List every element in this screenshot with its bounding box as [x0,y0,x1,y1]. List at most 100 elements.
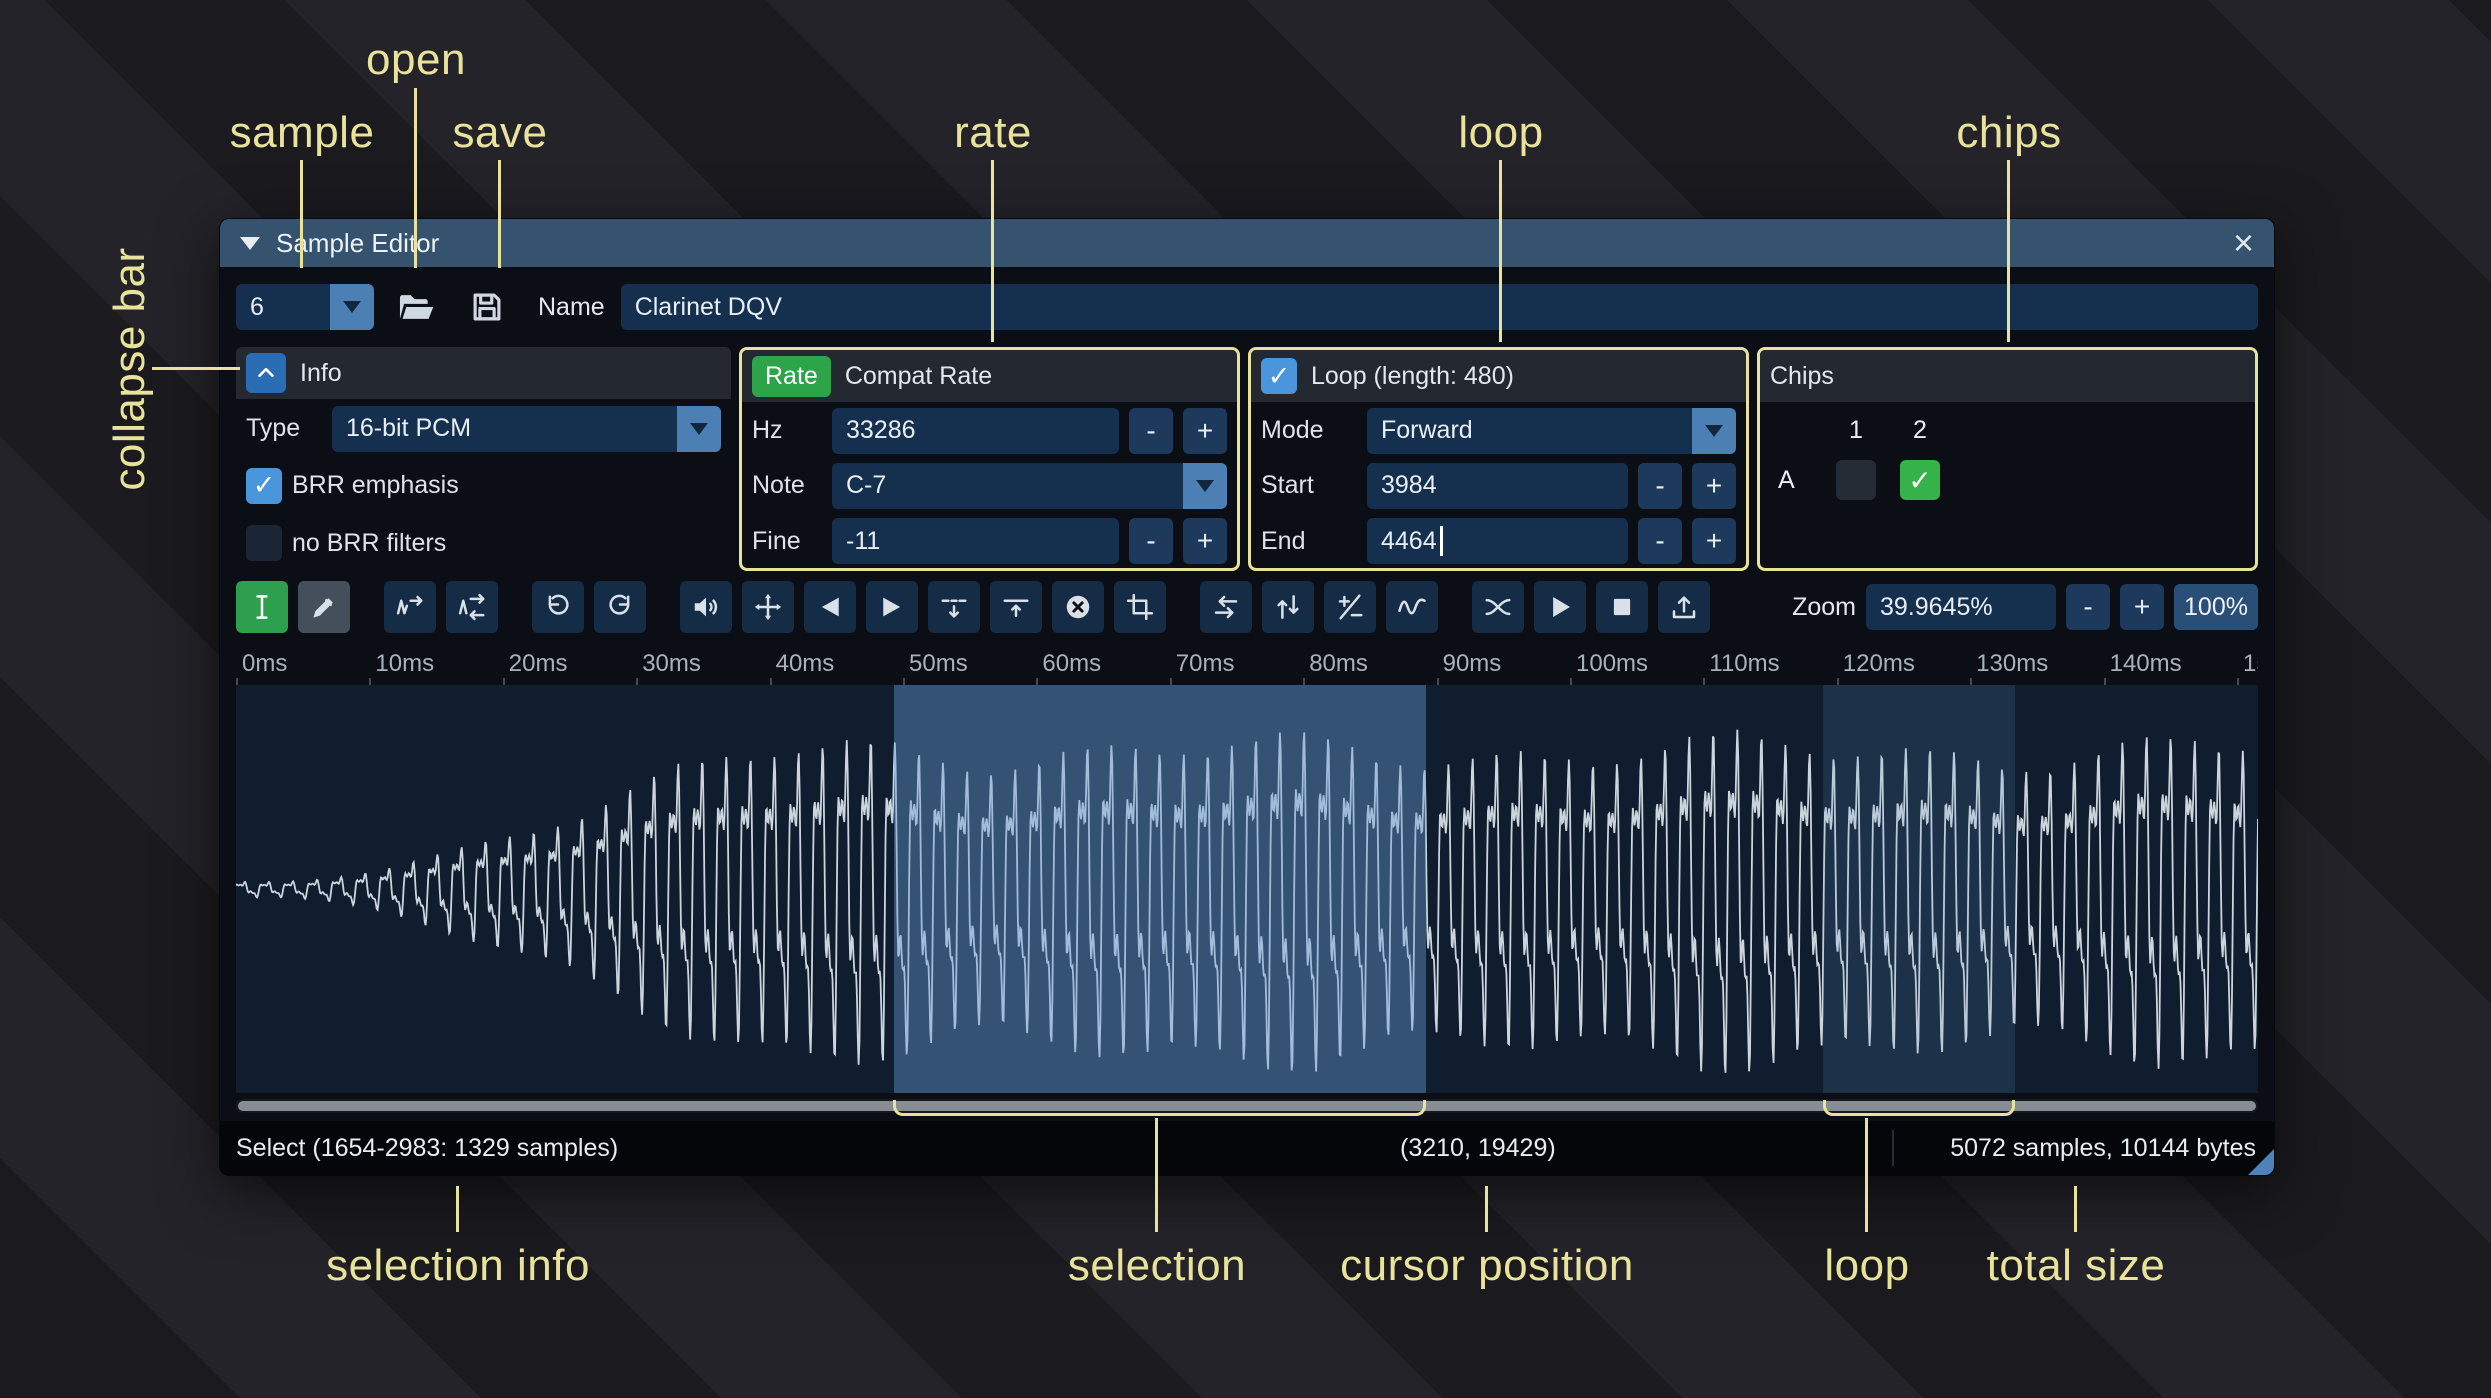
timeline-label: 20ms [508,650,568,677]
total-size-text: 5072 samples, 10144 bytes [1950,1133,2256,1162]
chevron-down-icon[interactable] [330,284,374,330]
fine-row: Fine -11 - + [742,515,1237,568]
chip-1-checkbox[interactable] [1836,460,1876,500]
window-collapse-icon[interactable] [240,236,260,250]
collapse-bar-button[interactable] [246,353,286,393]
resample-button[interactable] [446,581,498,633]
normalize-button[interactable] [742,581,794,633]
filter-button[interactable] [1386,581,1438,633]
sample-type-select[interactable]: 16-bit PCM [332,405,721,452]
chips-grid: 1 2 A [1760,402,2255,568]
chevron-down-icon[interactable] [1183,462,1227,509]
zoom-label: Zoom [1792,592,1856,621]
hz-input[interactable]: 33286 [832,407,1119,454]
delete-button[interactable] [1052,581,1104,633]
timeline-label: 70ms [1175,650,1235,677]
annotation-cursor-position-line [1485,1186,1488,1232]
chevron-up-icon [258,367,274,378]
loop-start-increase-button[interactable]: + [1692,462,1736,509]
loop-end-label: End [1261,526,1306,555]
brr-emphasis-checkbox[interactable] [246,467,282,504]
fade-in-icon [821,597,839,617]
close-button[interactable]: × [2233,225,2254,261]
trim-icon [1126,593,1154,621]
chevron-down-icon[interactable] [1692,407,1736,454]
zoom-in-button[interactable]: + [2120,584,2164,630]
sample-type-value: 16-bit PCM [332,405,677,452]
zoom-reset-button[interactable]: 100% [2174,584,2258,630]
text-cursor [1439,526,1443,557]
scrollbar-thumb[interactable] [238,1101,2256,1111]
annotation-rate-label: rate [954,108,1032,157]
open-button[interactable] [392,284,438,330]
draw-button[interactable] [298,581,350,633]
loop-mode-select[interactable]: Forward [1367,407,1736,454]
resize-button[interactable] [384,581,436,633]
hz-decrease-button[interactable]: - [1129,407,1173,454]
apply-silence-icon [1003,599,1029,617]
trim-button[interactable] [1114,581,1166,633]
statusbar: Select (1654-2983: 1329 samples) (3210, … [220,1121,2274,1175]
rate-badge[interactable]: Rate [752,355,831,397]
undo-icon [548,594,569,615]
loop-end-input[interactable]: 4464 [1367,518,1628,565]
invert-button[interactable] [1262,581,1314,633]
info-panel: Info Type 16-bit PCM BRR emphasis no BRR… [236,347,731,571]
loop-enable-checkbox[interactable] [1261,358,1297,394]
timeline-tick [1436,678,1439,685]
fade-in-button[interactable] [804,581,856,633]
reverse-button[interactable] [1200,581,1252,633]
preview-button[interactable] [1534,581,1586,633]
apply-silence-button[interactable] [990,581,1042,633]
fine-input[interactable]: -11 [832,518,1119,565]
chips-panel-title: Chips [1770,361,1834,390]
hz-value: 33286 [846,416,916,445]
waveform-scrollbar[interactable] [236,1099,2258,1113]
brr-emphasis-label: BRR emphasis [292,471,459,500]
chevron-down-icon[interactable] [677,405,721,452]
window-title: Sample Editor [276,227,440,258]
edit-toolbar: Zoom 39.9645% - + 100% [220,571,2274,643]
zoom-out-button[interactable]: - [2066,584,2110,630]
annotation-collapse-bar-label: collapse bar [105,247,154,491]
chip-2-checkbox[interactable] [1900,460,1940,500]
no-brr-filters-checkbox[interactable] [246,525,282,562]
fine-decrease-button[interactable]: - [1129,518,1173,565]
loop-start-input[interactable]: 3984 [1367,462,1628,509]
timeline-label: 60ms [1042,650,1102,677]
save-button[interactable] [464,284,510,330]
zoom-value: 39.9645% [1880,592,1993,621]
stop-button[interactable] [1596,581,1648,633]
redo-button[interactable] [594,581,646,633]
name-input[interactable]: Clarinet DQV [620,284,2258,330]
loop-mode-label: Mode [1261,416,1324,445]
insert-silence-button[interactable] [928,581,980,633]
timeline-ruler[interactable]: 0ms 10ms 20ms 30ms 40ms 50ms 60ms 70ms 80ms 90ms 1… [236,643,2258,685]
resize-grip[interactable] [2248,1149,2274,1175]
fade-out-button[interactable] [866,581,918,633]
select-icon [256,595,268,619]
info-panel-header: Info [236,347,731,399]
sign-button[interactable] [1324,581,1376,633]
loop-end-increase-button[interactable]: + [1692,518,1736,565]
hz-increase-button[interactable]: + [1183,407,1227,454]
titlebar[interactable]: Sample Editor × [220,219,2274,267]
loop-end-decrease-button[interactable]: - [1638,518,1682,565]
waveform-view[interactable] [236,685,2258,1093]
sample-selector[interactable]: 6 [236,284,374,330]
timeline-tick [236,678,238,685]
undo-button[interactable] [532,581,584,633]
crossfade-button[interactable] [1472,581,1524,633]
amplify-button[interactable] [680,581,732,633]
preview-icon [1553,597,1570,617]
timeline-tick [1036,678,1039,685]
fine-increase-button[interactable]: + [1183,518,1227,565]
zoom-input[interactable]: 39.9645% [1866,584,2056,630]
note-select[interactable]: C-7 [832,462,1227,509]
annotation-sample-label: sample [229,108,375,157]
wavetable-icon [1672,596,1696,619]
loop-start-decrease-button[interactable]: - [1638,462,1682,509]
select-button[interactable] [236,581,288,633]
wavetable-button[interactable] [1658,581,1710,633]
loop-panel-title: Loop (length: 480) [1311,361,1514,390]
